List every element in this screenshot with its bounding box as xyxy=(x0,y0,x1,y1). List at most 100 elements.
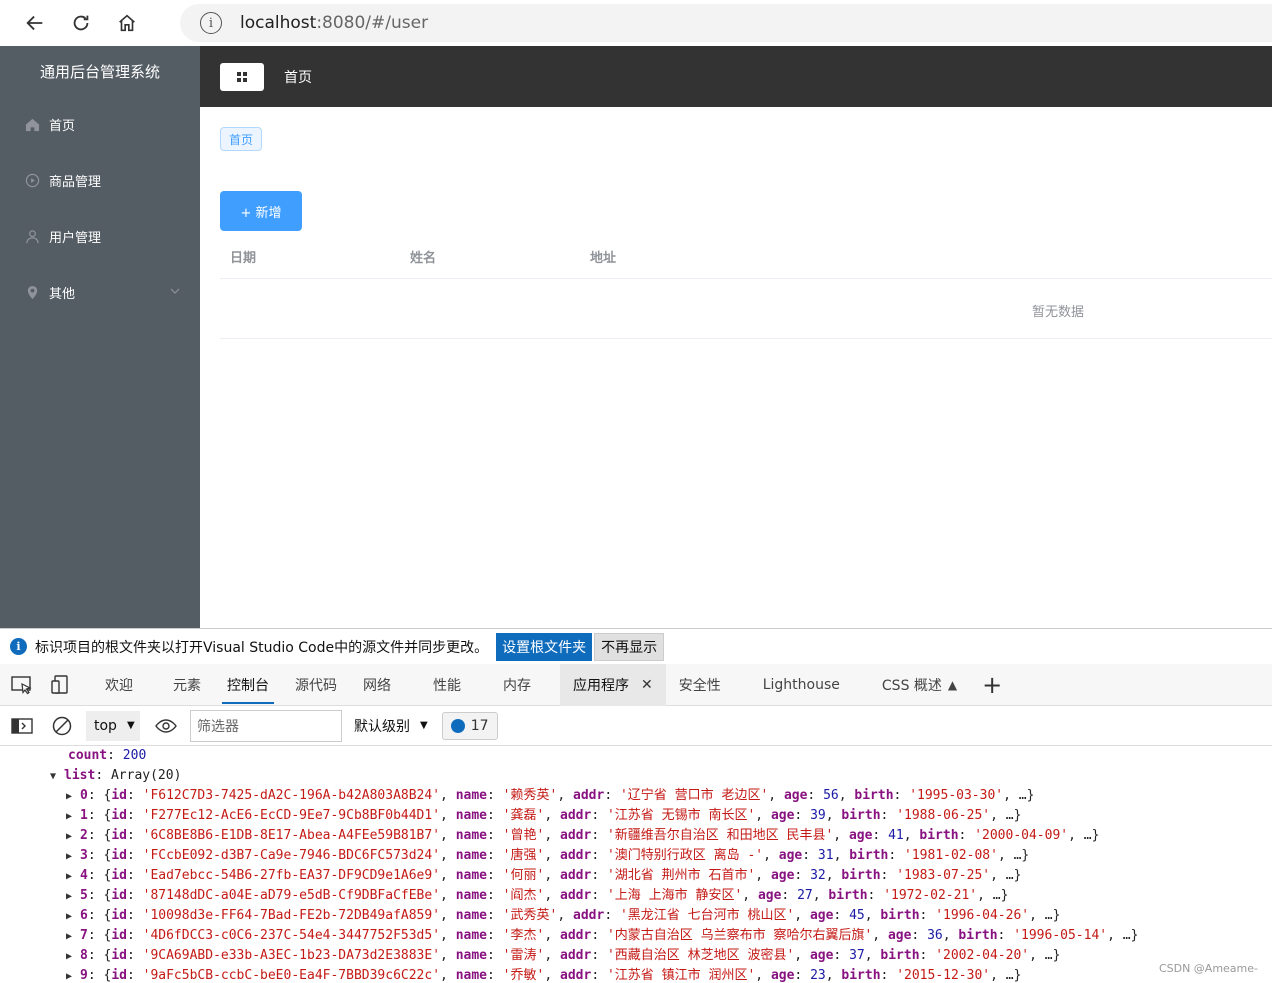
sidebar-item-other[interactable]: 其他 xyxy=(0,264,200,320)
url-path: :8080/#/user xyxy=(316,13,429,33)
console-list-line[interactable]: ▼ list: Array(20) xyxy=(50,766,181,786)
row-id: F277Ec12-AcE6-EcCD-9Ee7-9Cb8BF0b44D1 xyxy=(150,808,433,823)
triangle-right-icon: ▶ xyxy=(66,871,73,882)
table-empty: 暂无数据 xyxy=(220,279,1272,339)
empty-text: 暂无数据 xyxy=(1032,305,1085,320)
row-name: 唐强 xyxy=(510,848,537,863)
row-birth: 1995-03-30 xyxy=(917,788,996,803)
clear-icon xyxy=(52,716,72,735)
row-index: 9 xyxy=(80,968,88,983)
tab-css-overview[interactable]: CSS 概述 ▲ xyxy=(869,664,970,706)
log-level-selector[interactable]: 默认级别 ▼ xyxy=(354,716,428,736)
sidebar-item-home[interactable]: 首页 xyxy=(0,96,200,152)
live-expression-button[interactable] xyxy=(146,706,186,746)
refresh-icon xyxy=(73,15,89,31)
triangle-down-icon: ▼ xyxy=(50,771,57,782)
menu-toggle-button[interactable] xyxy=(220,62,264,91)
tab-performance[interactable]: 性能 xyxy=(420,664,474,706)
url-host: localhost xyxy=(240,13,317,33)
issues-badge[interactable]: 17 xyxy=(441,711,498,740)
console-list-item[interactable]: ▶ 1: {id: 'F277Ec12-AcE6-EcCD-9Ee7-9Cb8BF… xyxy=(66,806,1021,826)
console-list-item[interactable]: ▶ 2: {id: '6C8BE8B6-E1DB-8E17-Abea-A4FEe5… xyxy=(66,826,1099,846)
row-age: 23 xyxy=(810,968,826,983)
row-id: 9aFc5bCB-ccbC-beE0-Ea4F-7BBD39c6C22c xyxy=(150,968,433,983)
home-icon xyxy=(119,14,135,32)
close-icon[interactable]: ✕ xyxy=(641,677,653,693)
triangle-right-icon: ▶ xyxy=(66,791,73,802)
log-level-label: 默认级别 xyxy=(354,718,410,735)
console-list-item[interactable]: ▶ 7: {id: '4D6fDCC3-c0C6-237C-54e4-344775… xyxy=(66,926,1138,946)
console-list-item[interactable]: ▶ 0: {id: 'F612C7D3-7425-dA2C-196A-b42A80… xyxy=(66,786,1034,806)
console-list-item[interactable]: ▶ 9: {id: '9aFc5bCB-ccbC-beE0-Ea4F-7BBD39… xyxy=(66,966,1021,983)
row-id: Ead7ebcc-54B6-27fb-EA37-DF9CD9e1A6e9 xyxy=(150,868,433,883)
row-age: 27 xyxy=(797,888,813,903)
inspect-element-button[interactable] xyxy=(2,664,42,706)
row-birth: 1981-02-08 xyxy=(911,848,991,863)
tab-lighthouse[interactable]: Lighthouse xyxy=(750,664,853,706)
console-list-item[interactable]: ▶ 4: {id: 'Ead7ebcc-54B6-27fb-EA37-DF9CD9… xyxy=(66,866,1021,886)
row-name: 阎杰 xyxy=(510,888,537,903)
row-birth: 1988-06-25 xyxy=(904,808,983,823)
row-index: 8 xyxy=(80,948,88,963)
dont-show-again-button[interactable]: 不再显示 xyxy=(594,632,665,661)
count-value: 200 xyxy=(122,748,147,763)
back-button[interactable] xyxy=(12,0,58,46)
row-index: 0 xyxy=(80,788,88,803)
console-count-line: count: 200 xyxy=(68,748,147,763)
arrow-left-icon xyxy=(26,15,43,31)
row-addr: 上海 上海市 静安区 xyxy=(614,888,735,903)
console-toolbar: top ▼ 筛选器 默认级别 ▼ 17 xyxy=(0,706,1272,746)
watermark: CSDN @Ameame- xyxy=(1158,962,1258,975)
row-index: 6 xyxy=(80,908,88,923)
info-icon[interactable]: i xyxy=(200,12,222,34)
row-name: 曾艳 xyxy=(510,828,537,843)
filter-input[interactable]: 筛选器 xyxy=(190,709,342,742)
triangle-right-icon: ▶ xyxy=(66,891,73,902)
triangle-right-icon: ▶ xyxy=(66,851,73,862)
row-index: 7 xyxy=(80,928,88,943)
play-circle-icon xyxy=(24,172,40,188)
row-index: 5 xyxy=(80,888,88,903)
reload-button[interactable] xyxy=(58,0,104,46)
add-button[interactable]: + 新增 xyxy=(220,191,302,231)
row-age: 31 xyxy=(817,848,834,863)
user-icon xyxy=(24,228,40,244)
row-age: 36 xyxy=(927,928,943,943)
home-button[interactable] xyxy=(104,0,150,46)
row-name: 雷涛 xyxy=(510,948,537,963)
tab-application[interactable]: 应用程序 ✕ xyxy=(560,663,666,706)
row-birth: 1996-04-26 xyxy=(943,908,1022,923)
sidebar-toggle-button[interactable] xyxy=(2,706,42,746)
row-age: 32 xyxy=(810,868,826,883)
sidebar: 通用后台管理系统 首页 商品管理 用户管理 其他 xyxy=(0,46,200,628)
sidebar-item-users[interactable]: 用户管理 xyxy=(0,208,200,264)
main-content: 首页 + 新增 日期 姓名 地址 暂无数据 xyxy=(200,107,1272,628)
address-bar[interactable]: i localhost:8080/#/user xyxy=(180,4,1272,42)
tab-security[interactable]: 安全性 xyxy=(666,664,734,706)
device-emulation-button[interactable] xyxy=(42,664,82,706)
set-root-folder-button[interactable]: 设置根文件夹 xyxy=(496,632,593,661)
column-name: 姓名 xyxy=(410,251,437,266)
console-list-item[interactable]: ▶ 8: {id: '9CA69ABD-e33b-A3EC-1b23-DA73d2… xyxy=(66,946,1060,966)
row-age: 41 xyxy=(888,828,904,843)
console-list-item[interactable]: ▶ 6: {id: '10098d3e-FF64-7Bad-FE2b-72DB49… xyxy=(66,906,1060,926)
context-selector[interactable]: top ▼ xyxy=(86,710,140,741)
count-key: count xyxy=(68,748,108,763)
clear-console-button[interactable] xyxy=(42,706,82,746)
tab-network[interactable]: 网络 xyxy=(350,664,404,706)
triangle-right-icon: ▶ xyxy=(66,911,73,922)
console-list-item[interactable]: ▶ 3: {id: 'FCcbE092-d3B7-Ca9e-7946-BDC6FC… xyxy=(66,846,1029,866)
tab-console[interactable]: 控制台 xyxy=(214,664,282,706)
console-list-item[interactable]: ▶ 5: {id: '87148dDC-a04E-aD79-e5dB-Cf9DBF… xyxy=(66,886,1008,906)
tab-sources[interactable]: 源代码 xyxy=(282,664,350,706)
row-name: 李杰 xyxy=(510,928,537,943)
header-breadcrumb[interactable]: 首页 xyxy=(284,67,312,87)
tag-home[interactable]: 首页 xyxy=(220,127,263,151)
tab-elements[interactable]: 元素 xyxy=(160,664,214,706)
more-tools-button[interactable]: + xyxy=(982,671,1002,699)
sidebar-item-goods[interactable]: 商品管理 xyxy=(0,152,200,208)
tab-css-overview-label: CSS 概述 xyxy=(881,677,942,694)
row-addr: 内蒙古自治区 乌兰察布市 察哈尔右翼后旗 xyxy=(614,928,865,943)
tab-memory[interactable]: 内存 xyxy=(490,664,544,706)
tab-welcome[interactable]: 欢迎 xyxy=(92,664,146,706)
